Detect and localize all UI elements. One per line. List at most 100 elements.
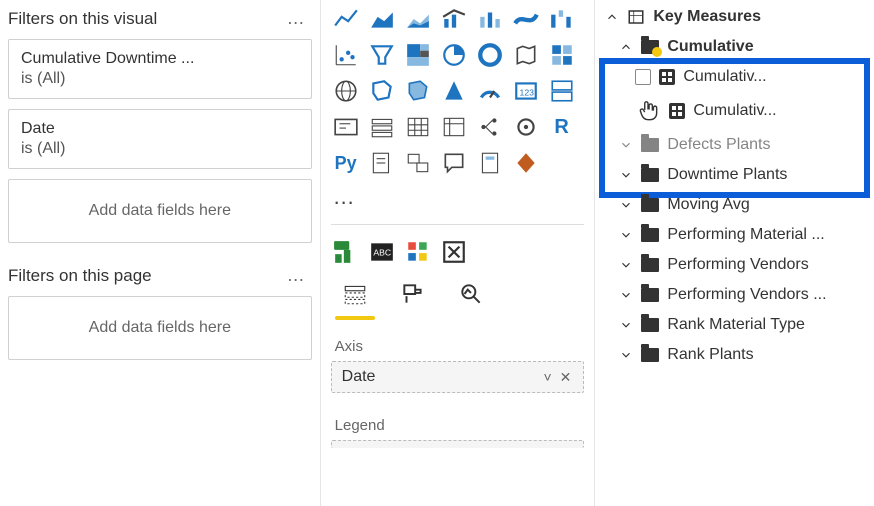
pie-icon[interactable] [439, 40, 469, 70]
filters-visual-more-icon[interactable]: … [281, 8, 312, 29]
filter-card-date[interactable]: Date is (All) [8, 109, 312, 169]
scatter-icon[interactable] [331, 40, 361, 70]
fields-tab[interactable] [337, 281, 373, 312]
axis-field-controls[interactable]: ˅ ✕ [544, 369, 574, 386]
custom-visuals-row: PRO ABC [331, 235, 585, 277]
table-icon[interactable] [403, 112, 433, 142]
funnel-icon[interactable] [367, 40, 397, 70]
folder-icon [641, 198, 659, 212]
paginated-icon[interactable] [367, 148, 397, 178]
folder-icon [641, 318, 659, 332]
stacked-area-icon[interactable] [403, 4, 433, 34]
folder-downtime[interactable]: Downtime Plants [595, 160, 874, 190]
tree-label: Performing Vendors [667, 256, 808, 274]
tree-label: Key Measures [653, 8, 761, 26]
multi-card-icon[interactable] [547, 76, 577, 106]
measure-cumulative-1[interactable]: Cumulativ... [595, 62, 874, 92]
paginated-report-icon[interactable] [475, 148, 505, 178]
table-key-measures[interactable]: Key Measures [595, 2, 874, 32]
measure-cumulative-2[interactable]: Cumulativ... [595, 92, 874, 130]
tree-label: Cumulative [667, 38, 753, 56]
folder-defects[interactable]: Defects Plants [595, 130, 874, 160]
chevron-down-icon [619, 198, 633, 212]
map-icon[interactable] [511, 40, 541, 70]
key-influencers-icon[interactable] [511, 112, 541, 142]
tree-label: Performing Material ... [667, 226, 824, 244]
area-chart-icon[interactable] [367, 4, 397, 34]
filters-panel: Filters on this visual … Cumulative Down… [0, 0, 320, 506]
filter-card-cumulative[interactable]: Cumulative Downtime ... is (All) [8, 39, 312, 99]
filters-page-dropzone[interactable]: Add data fields here [8, 296, 312, 360]
custom-visual-3-icon[interactable] [403, 237, 433, 267]
waterfall-icon[interactable] [547, 4, 577, 34]
azure-map-icon[interactable] [439, 76, 469, 106]
matrix-icon[interactable] [439, 112, 469, 142]
folder-performing-vendors[interactable]: Performing Vendors [595, 250, 874, 280]
filters-visual-dropzone[interactable]: Add data fields here [8, 179, 312, 243]
svg-text:123: 123 [519, 87, 534, 97]
combo-chart-icon[interactable] [439, 4, 469, 34]
chevron-down-icon [619, 258, 633, 272]
smart-narrative-icon[interactable] [403, 148, 433, 178]
folder-performing-material[interactable]: Performing Material ... [595, 220, 874, 250]
chevron-up-icon [605, 10, 619, 24]
folder-rank-material[interactable]: Rank Material Type [595, 310, 874, 340]
slicer-icon[interactable] [367, 112, 397, 142]
kpi-icon[interactable] [331, 112, 361, 142]
combo-chart2-icon[interactable] [475, 4, 505, 34]
analytics-tab[interactable] [453, 281, 489, 312]
folder-icon [641, 288, 659, 302]
folder-icon [641, 40, 659, 54]
ribbon-chart-icon[interactable] [511, 4, 541, 34]
fields-panel: Key Measures Cumulative Cumulativ... Cum… [594, 0, 874, 506]
visualizations-gallery: 123 R Py [331, 0, 585, 178]
filters-visual-title: Filters on this visual [8, 9, 157, 29]
globe-icon[interactable] [331, 76, 361, 106]
folder-rank-plants[interactable]: Rank Plants [595, 340, 874, 370]
treemap-icon[interactable] [403, 40, 433, 70]
dropzone-text: Add data fields here [89, 319, 231, 336]
axis-label: Axis [335, 338, 585, 355]
tree-label: Performing Vendors ... [667, 286, 826, 304]
tree-label: Cumulativ... [683, 68, 766, 86]
folder-icon [641, 348, 659, 362]
folder-moving-avg[interactable]: Moving Avg [595, 190, 874, 220]
decomposition-icon[interactable] [475, 112, 505, 142]
donut-icon[interactable] [475, 40, 505, 70]
format-tab[interactable] [395, 281, 431, 312]
filter-card-title: Date [21, 120, 299, 138]
python-visual-icon[interactable]: Py [331, 148, 361, 178]
hand-cursor-icon [635, 98, 661, 124]
chevron-down-icon [619, 288, 633, 302]
filters-page-header: Filters on this page … [6, 265, 314, 290]
filters-page-more-icon[interactable]: … [281, 265, 312, 286]
custom-visual-2-icon[interactable]: ABC [367, 237, 397, 267]
divider [331, 224, 585, 225]
r-visual-icon[interactable]: R [547, 112, 577, 142]
grid-icon[interactable] [547, 40, 577, 70]
chevron-up-icon [619, 40, 633, 54]
chevron-down-icon [619, 138, 633, 152]
shape-map-icon[interactable] [367, 76, 397, 106]
legend-field-well[interactable] [331, 440, 585, 448]
custom-visual-4-icon[interactable] [439, 237, 469, 267]
folder-cumulative[interactable]: Cumulative [595, 32, 874, 62]
visualizations-more-icon[interactable]: … [331, 178, 585, 220]
card-icon[interactable]: 123 [511, 76, 541, 106]
tree-label: Downtime Plants [667, 166, 787, 184]
axis-field-well[interactable]: Date ˅ ✕ [331, 361, 585, 393]
gauge-icon[interactable] [475, 76, 505, 106]
power-apps-icon[interactable] [511, 148, 541, 178]
folder-icon [641, 258, 659, 272]
qa-icon[interactable] [439, 148, 469, 178]
custom-visual-1-icon[interactable]: PRO [331, 237, 361, 267]
pane-tabs [331, 277, 585, 314]
tree-label: Rank Plants [667, 346, 753, 364]
visualizations-panel: 123 R Py … PRO ABC [320, 0, 595, 506]
folder-performing-vendors-2[interactable]: Performing Vendors ... [595, 280, 874, 310]
line-chart-icon[interactable] [331, 4, 361, 34]
filled-map-icon[interactable] [403, 76, 433, 106]
checkbox[interactable] [635, 69, 651, 85]
chevron-down-icon [619, 168, 633, 182]
tree-label: Defects Plants [667, 136, 770, 154]
